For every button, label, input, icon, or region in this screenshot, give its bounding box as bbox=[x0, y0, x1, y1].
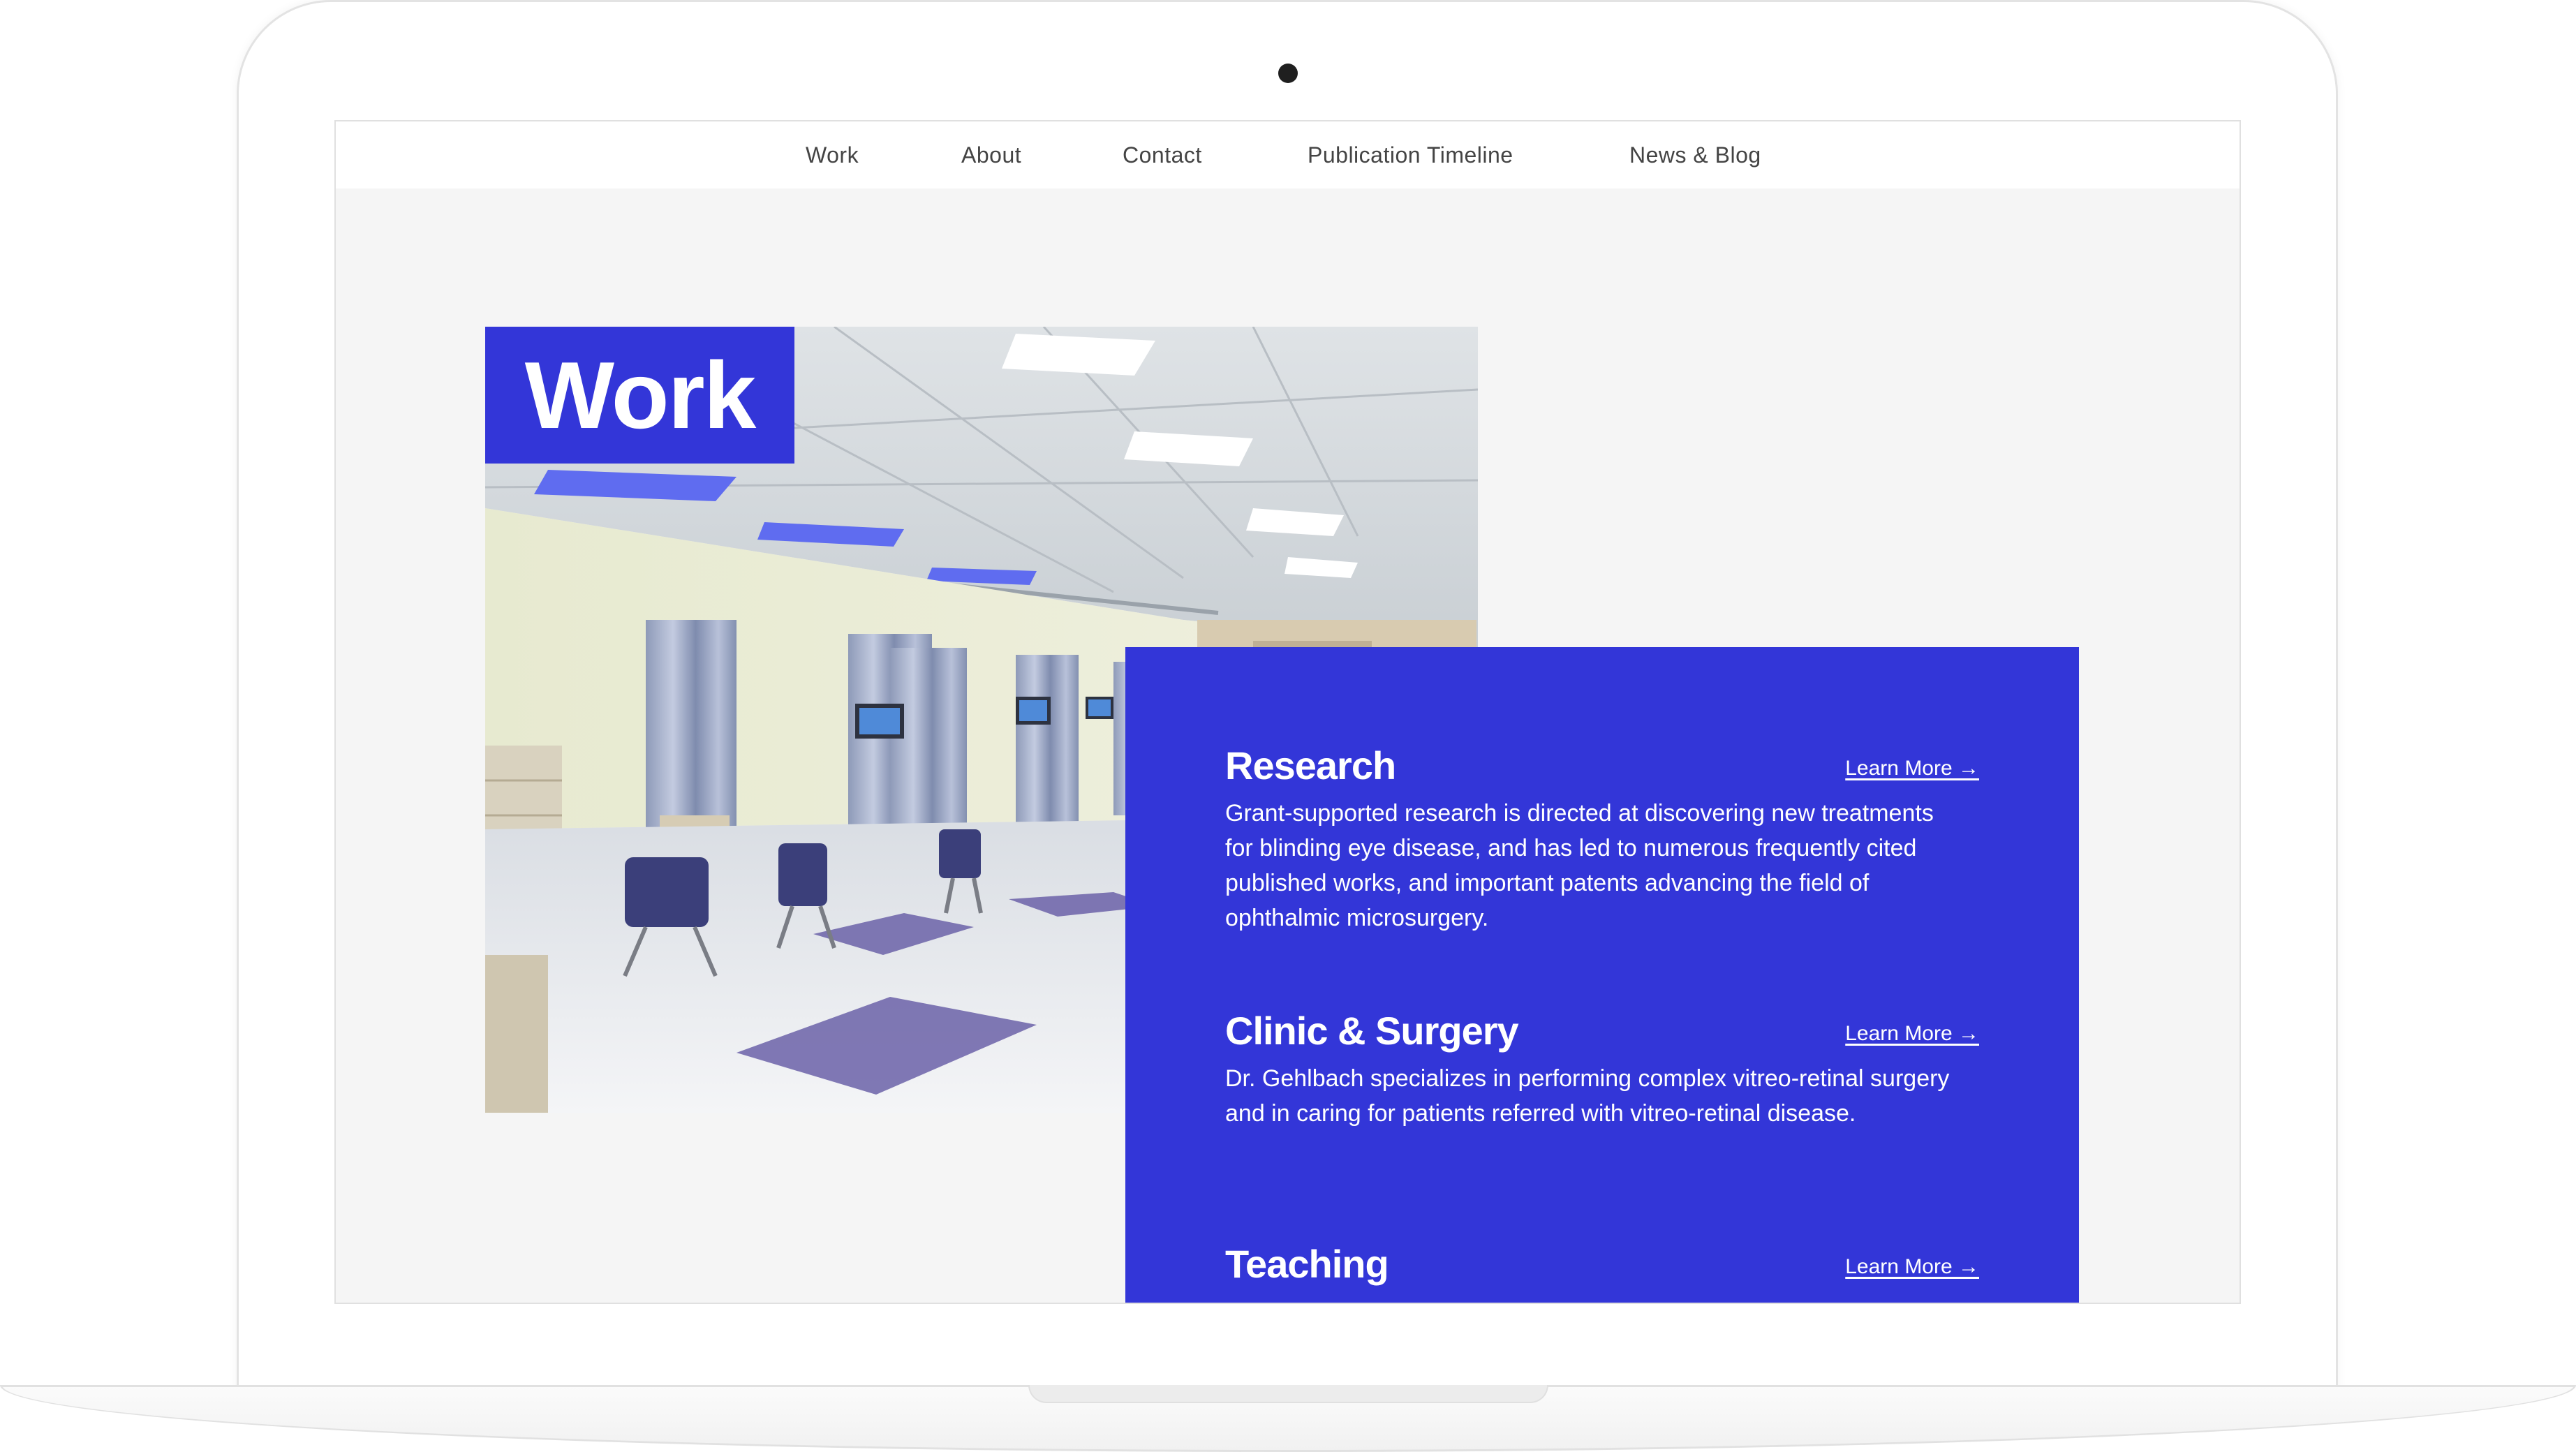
nav-item-about[interactable]: About bbox=[961, 121, 1021, 188]
learn-more-link-clinic-surgery[interactable]: Learn More → bbox=[1845, 1022, 1979, 1046]
top-nav: Work About Contact Publication Timeline … bbox=[336, 121, 2240, 188]
nav-item-contact[interactable]: Contact bbox=[1123, 121, 1202, 188]
nav-item-work[interactable]: Work bbox=[806, 121, 859, 188]
laptop-mockup: Work About Contact Publication Timeline … bbox=[0, 0, 2576, 1452]
section-description: Dr. Gehlbach specializes in performing c… bbox=[1225, 1065, 1950, 1127]
section-title: Teaching bbox=[1225, 1242, 1389, 1286]
work-sections-panel: Research Learn More → Grant-supported re… bbox=[1125, 647, 2079, 1303]
learn-more-link-research[interactable]: Learn More → bbox=[1845, 757, 1979, 780]
camera-icon bbox=[1278, 64, 1298, 83]
section-teaching: Teaching Learn More → bbox=[1225, 1241, 1979, 1303]
page-title: Work bbox=[485, 327, 794, 464]
website-screen: Work About Contact Publication Timeline … bbox=[334, 120, 2241, 1304]
nav-item-publication-timeline[interactable]: Publication Timeline bbox=[1308, 121, 1513, 188]
section-research: Research Learn More → Grant-supported re… bbox=[1225, 743, 1979, 952]
section-title: Research bbox=[1225, 743, 1396, 787]
nav-item-news-blog[interactable]: News & Blog bbox=[1629, 121, 1761, 188]
section-clinic-surgery: Clinic & Surgery Learn More → Dr. Gehlba… bbox=[1225, 1008, 1979, 1183]
section-description: Grant-supported research is directed at … bbox=[1225, 800, 1934, 931]
laptop-notch bbox=[1028, 1385, 1548, 1403]
section-title: Clinic & Surgery bbox=[1225, 1009, 1519, 1053]
learn-more-link-teaching[interactable]: Learn More → bbox=[1845, 1255, 1979, 1279]
